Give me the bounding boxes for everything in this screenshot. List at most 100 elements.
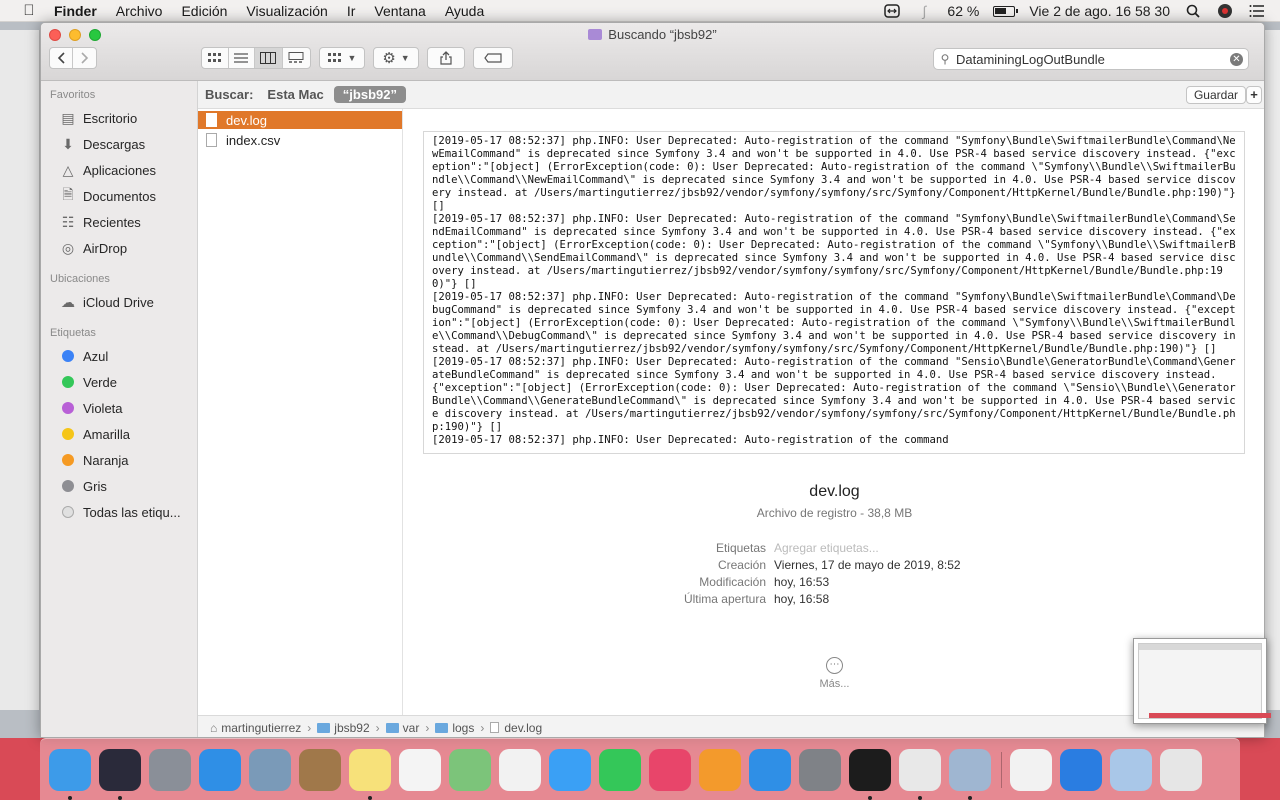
utility-app-dock-icon[interactable] [949,748,991,800]
sidebar-tag-violeta[interactable]: Violeta [41,395,197,421]
sidebar-item-documentos[interactable]: 🗎 Documentos [41,183,197,209]
path-item-var[interactable]: var [385,721,419,735]
preview-file-name: dev.log [809,483,860,500]
icon-view-button[interactable] [202,48,229,68]
menu-ventana[interactable]: Ventana [374,3,425,19]
gear-icon: ⚙ [382,50,396,67]
menu-clock[interactable]: Vie 2 de ago. 16 58 30 [1029,3,1170,19]
sidebar-tag-azul[interactable]: Azul [41,343,197,369]
reminders-dock-icon[interactable] [399,748,441,791]
list-view-button[interactable] [229,48,256,68]
itunes-dock-icon[interactable] [649,748,691,791]
facetime-dock-icon[interactable] [599,748,641,791]
terminal-dock-icon[interactable] [849,748,891,800]
path-item-dev-log[interactable]: dev.log [490,721,542,735]
notification-center-icon[interactable] [1248,3,1266,19]
column-view-button[interactable] [255,48,283,68]
sidebar-item-recientes[interactable]: ☷ Recientes [41,209,197,235]
tags-button[interactable] [473,47,513,69]
document-icon [490,722,500,733]
contacts-dock-icon[interactable] [299,748,341,791]
menu-visualizacion[interactable]: Visualización [246,3,327,19]
sidebar-tag-all[interactable]: Todas las etiqu... [41,499,197,525]
cube-app-dock-icon[interactable] [1110,748,1152,791]
sidebar-item-icloud-drive[interactable]: ☁ iCloud Drive [41,289,197,315]
share-button[interactable] [427,47,465,69]
menu-edicion[interactable]: Edición [181,3,227,19]
sidebar-item-descargas[interactable]: ⬇ Descargas [41,131,197,157]
forward-button[interactable] [73,48,96,68]
tag-color-dot [62,350,74,362]
teamviewer-status-icon[interactable] [883,3,901,19]
path-separator-icon: › [307,720,312,735]
app-store-dock-icon[interactable] [749,748,791,791]
running-indicator [968,795,972,800]
menu-ir[interactable]: Ir [347,3,356,19]
group-button[interactable]: ▼ [319,47,365,69]
finder-dock-icon[interactable] [49,748,91,800]
teamviewer-dock-icon[interactable] [1060,748,1102,791]
save-search-button[interactable]: Guardar [1185,86,1246,104]
siri-dock-icon[interactable] [99,748,141,800]
bluetooth-icon[interactable]: ∫ [915,3,933,19]
group-icon [327,53,341,62]
meta-row-last-opened: Última apertura hoy, 16:58 [683,592,830,606]
window-title: Buscando “jbsb92” [41,27,1264,42]
maps-dock-icon[interactable] [449,748,491,791]
background-window [0,30,40,710]
file-row-index-csv[interactable]: index.csv [198,131,402,149]
sidebar-item-aplicaciones[interactable]: △ Aplicaciones [41,157,197,183]
chevron-down-icon: ▼ [400,53,410,63]
sidebar-tag-naranja[interactable]: Naranja [41,447,197,473]
running-indicator [68,795,72,800]
books-dock-icon[interactable] [699,748,741,791]
menu-app-name[interactable]: Finder [54,3,97,19]
chrome-dock-icon[interactable] [899,748,941,800]
trash-dock-icon[interactable] [1160,748,1202,791]
screenshot-thumbnail[interactable] [1133,638,1271,724]
desktop-icon: ▤ [61,109,75,126]
menu-ayuda[interactable]: Ayuda [445,3,484,19]
apple-menu-icon[interactable]:  [20,2,38,19]
spotlight-icon[interactable] [1184,3,1202,19]
system-preferences-dock-icon[interactable] [799,748,841,791]
meta-row-created: Creación Viernes, 17 de mayo de 2019, 8:5… [717,558,961,572]
add-tags-field[interactable]: Agregar etiquetas... [774,541,879,558]
ellipsis-icon: ⋯ [826,657,843,674]
battery-icon[interactable] [993,5,1019,17]
sidebar-tag-verde[interactable]: Verde [41,369,197,395]
thumbnail-image [1138,643,1271,719]
file-row-dev-log[interactable]: dev.log [198,111,402,129]
clear-search-icon[interactable]: ✕ [1230,53,1243,66]
sidebar-tag-amarilla[interactable]: Amarilla [41,421,197,447]
running-indicator [868,795,872,800]
gallery-view-button[interactable] [283,48,310,68]
sidebar-tag-gris[interactable]: Gris [41,473,197,499]
scope-active-folder[interactable]: “jbsb92” [333,86,406,103]
folder-icon [435,722,449,733]
preview-dock-icon[interactable] [249,748,291,791]
sidebar-item-airdrop[interactable]: ◎ AirDrop [41,235,197,261]
path-item-home[interactable]: ⌂ martingutierrez [210,721,301,735]
user-avatar-icon[interactable] [1216,3,1234,19]
back-button[interactable] [50,48,74,68]
photos-dock-icon[interactable] [499,748,541,791]
textedit-dock-icon[interactable] [1010,748,1052,791]
search-input[interactable]: DataminingLogOutBundle [956,52,1105,67]
preview-pane: [2019-05-17 08:52:37] php.INFO: User Dep… [403,109,1264,715]
search-field[interactable]: ⚲ DataminingLogOutBundle ✕ [933,48,1249,70]
documents-icon: 🗎 [62,186,74,202]
sidebar-item-escritorio[interactable]: ▤ Escritorio [41,105,197,131]
notes-dock-icon[interactable] [349,748,391,800]
action-button[interactable]: ⚙ ▼ [373,47,419,69]
path-item-logs[interactable]: logs [435,721,474,735]
path-item-jbsb92[interactable]: jbsb92 [317,721,370,735]
menu-archivo[interactable]: Archivo [116,3,163,19]
messages-dock-icon[interactable] [549,748,591,791]
launchpad-dock-icon[interactable] [149,748,191,791]
log-preview-text[interactable]: [2019-05-17 08:52:37] php.INFO: User Dep… [423,131,1245,454]
safari-dock-icon[interactable] [199,748,241,791]
scope-this-mac[interactable]: Esta Mac [267,87,323,102]
battery-percent[interactable]: 62 % [947,3,979,19]
add-criteria-button[interactable]: + [1246,86,1262,104]
